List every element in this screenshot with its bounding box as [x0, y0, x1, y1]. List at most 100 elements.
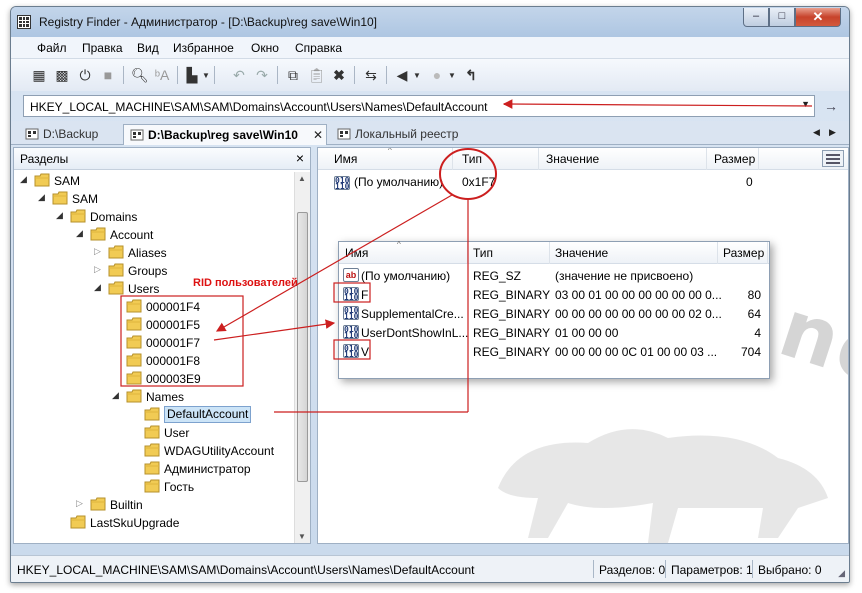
tree-item[interactable]: WDAGUtilityAccount: [130, 442, 274, 460]
folder-icon: [144, 425, 160, 439]
save-icon[interactable]: ■: [100, 67, 116, 83]
chevron-down-icon[interactable]: ▼: [413, 71, 421, 80]
column-type[interactable]: Тип: [462, 152, 482, 166]
folder-icon: [126, 353, 142, 367]
collapsed-arrow-icon[interactable]: ▷: [76, 498, 86, 509]
expanded-arrow-icon[interactable]: ◢: [20, 174, 30, 185]
tree-item[interactable]: Администратор: [130, 460, 270, 478]
copy-icon[interactable]: ⧉: [285, 67, 301, 83]
tree-item[interactable]: ◢ Account: [76, 226, 270, 244]
expanded-arrow-icon[interactable]: ◢: [38, 192, 48, 203]
go-arrow-icon[interactable]: →: [824, 98, 838, 114]
address-bar[interactable]: HKEY_LOCAL_MACHINE\SAM\SAM\Domains\Accou…: [23, 95, 815, 117]
scroll-thumb[interactable]: [297, 212, 308, 482]
find-replace-icon[interactable]: ᵇA: [154, 67, 170, 83]
menu-window[interactable]: Окно: [251, 41, 279, 55]
column-value[interactable]: Значение: [555, 246, 608, 260]
column-name[interactable]: Имя: [334, 152, 357, 166]
column-divider[interactable]: [452, 148, 453, 170]
chevron-down-icon[interactable]: ▼: [202, 71, 210, 80]
title-bar[interactable]: Registry Finder - Администратор - [D:\Ba…: [11, 7, 849, 37]
value-type: 0x1F7: [462, 175, 496, 189]
list-row[interactable]: 010 110 F REG_BINARY 03 00 01 00 00 00 00 00…: [339, 285, 769, 304]
export-icon[interactable]: ▙: [184, 67, 200, 83]
expanded-arrow-icon[interactable]: ◢: [76, 228, 86, 239]
column-divider[interactable]: [706, 148, 707, 170]
column-size[interactable]: Размер: [714, 152, 755, 166]
list-row[interactable]: 010 110 UserDontShowInL... REG_BINARY 01 00 …: [339, 323, 769, 342]
tree-item[interactable]: 000001F7: [112, 334, 270, 352]
column-divider[interactable]: [549, 242, 550, 264]
chevron-down-icon[interactable]: ▼: [801, 99, 810, 109]
tree-item[interactable]: ◢ Names: [112, 388, 270, 406]
tree-item[interactable]: 000003E9: [112, 370, 270, 388]
up-icon[interactable]: ↰: [463, 67, 479, 83]
column-name[interactable]: Имя: [345, 246, 368, 260]
menu-view[interactable]: Вид: [137, 41, 159, 55]
scroll-up-icon[interactable]: ▲: [298, 174, 306, 183]
tree-item[interactable]: ▷ Aliases: [94, 244, 270, 262]
back-icon[interactable]: ◀: [394, 67, 410, 83]
string-value-icon: ab: [343, 268, 359, 282]
undo-icon[interactable]: ↶: [231, 67, 247, 83]
search-icon[interactable]: 🔍︎: [131, 67, 149, 83]
power-grid-icon[interactable]: ⏻: [77, 67, 93, 83]
tree-item[interactable]: ◢ SAM: [38, 190, 270, 208]
column-divider[interactable]: [467, 242, 468, 264]
panel-close-icon[interactable]: ×: [296, 150, 304, 166]
maximize-button[interactable]: □: [769, 8, 795, 27]
minimize-button[interactable]: –: [743, 8, 769, 27]
tree-scrollbar[interactable]: ▲ ▼: [294, 172, 310, 543]
collapsed-arrow-icon[interactable]: ▷: [94, 264, 104, 275]
tab-win10[interactable]: D:\Backup\reg save\Win10: [123, 124, 327, 145]
expanded-arrow-icon[interactable]: ◢: [94, 282, 104, 293]
list-row[interactable]: 010 110 SupplementalCre... REG_BINARY 00 00 …: [339, 304, 769, 323]
tree-item[interactable]: Гость: [130, 478, 270, 496]
expanded-arrow-icon[interactable]: ◢: [56, 210, 66, 221]
resize-grip-icon[interactable]: ◢: [838, 568, 845, 579]
tab-close-icon[interactable]: ✕: [313, 128, 323, 142]
chevron-down-icon[interactable]: ▼: [448, 71, 456, 80]
tree-item[interactable]: User: [130, 424, 270, 442]
sections-panel-title: Разделы: [20, 152, 69, 166]
tree-item[interactable]: DefaultAccount: [130, 406, 270, 424]
close-button[interactable]: ✕: [795, 8, 841, 27]
tree-item[interactable]: 000001F5: [112, 316, 270, 334]
tab-scroll-left-icon[interactable]: ◀: [813, 127, 820, 138]
column-divider[interactable]: [767, 242, 768, 264]
tab-backup[interactable]: D:\Backup: [19, 124, 104, 145]
paste-icon[interactable]: 📋︎: [308, 67, 326, 83]
tree-item[interactable]: 000001F8: [112, 352, 270, 370]
menu-favorites[interactable]: Избранное: [173, 41, 234, 55]
network-grid-icon[interactable]: ▩: [54, 67, 70, 83]
scroll-down-icon[interactable]: ▼: [298, 532, 306, 541]
grid-icon[interactable]: ▦: [31, 67, 47, 83]
view-mode-button[interactable]: [822, 150, 844, 167]
menu-edit[interactable]: Правка: [82, 41, 123, 55]
tree-item[interactable]: 000001F4: [112, 298, 270, 316]
column-divider[interactable]: [538, 148, 539, 170]
column-size[interactable]: Размер: [723, 246, 764, 260]
tree-item[interactable]: ◢ SAM: [20, 172, 270, 190]
forward-icon[interactable]: ●: [429, 67, 445, 83]
refresh-icon[interactable]: ⇆: [363, 67, 379, 83]
menu-help[interactable]: Справка: [295, 41, 342, 55]
list-row[interactable]: 010 110 (По умолчанию) 0x1F7 0: [318, 172, 848, 192]
tree-item[interactable]: ▷ Builtin: [76, 496, 270, 514]
tab-local-registry[interactable]: Локальный реестр: [331, 124, 464, 145]
list-row[interactable]: 010 110 V REG_BINARY 00 00 00 00 0C 01 00 00…: [339, 342, 769, 361]
collapsed-arrow-icon[interactable]: ▷: [94, 246, 104, 257]
redo-icon[interactable]: ↷: [254, 67, 270, 83]
menu-file[interactable]: Файл: [37, 41, 67, 55]
tree-item[interactable]: LastSkuUpgrade: [56, 514, 270, 532]
expanded-arrow-icon[interactable]: ◢: [112, 390, 122, 401]
delete-icon[interactable]: ✖: [331, 67, 347, 83]
binary-value-icon: 010 110: [343, 344, 359, 358]
column-divider[interactable]: [717, 242, 718, 264]
column-value[interactable]: Значение: [546, 152, 599, 166]
column-divider[interactable]: [758, 148, 759, 170]
list-row[interactable]: ab (По умолчанию) REG_SZ (значение не присв…: [339, 266, 769, 285]
tab-scroll-right-icon[interactable]: ▶: [829, 127, 836, 138]
column-type[interactable]: Тип: [473, 246, 493, 260]
tree-item[interactable]: ◢ Domains: [56, 208, 270, 226]
